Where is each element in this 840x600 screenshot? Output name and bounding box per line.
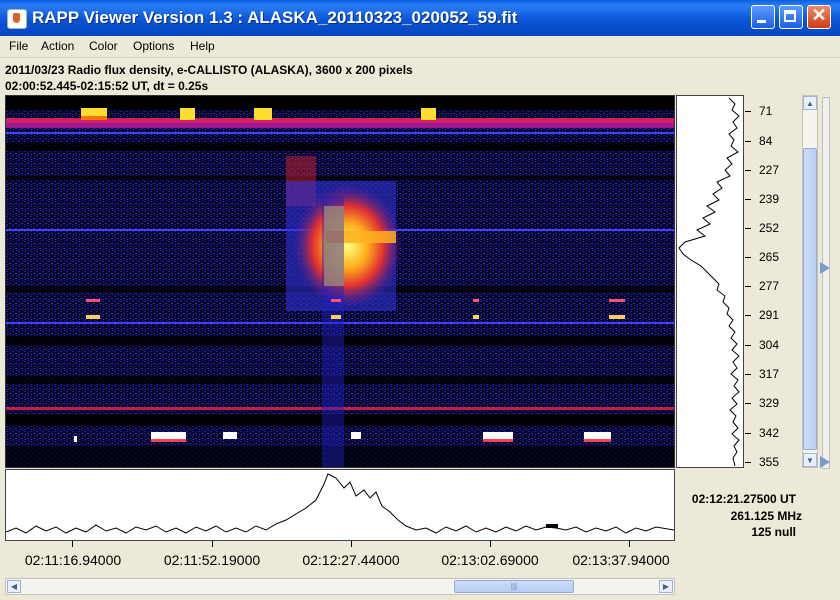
readout-frequency: 261.125 MHz bbox=[730, 509, 802, 523]
scroll-down-arrow-icon[interactable]: ▼ bbox=[803, 453, 817, 467]
scroll-left-arrow-icon[interactable]: ◀ bbox=[7, 580, 21, 593]
freq-tick-label: 329 bbox=[745, 396, 779, 410]
freq-tick-label: 277 bbox=[745, 279, 779, 293]
freq-tick-label: 71 bbox=[745, 104, 772, 118]
frequency-profile-curve bbox=[678, 97, 740, 467]
freq-tick-label: 291 bbox=[745, 308, 779, 322]
time-tick-label: 02:12:27.44000 bbox=[302, 552, 400, 568]
time-tick-mark bbox=[490, 541, 491, 547]
range-slider-lower-handle[interactable] bbox=[820, 456, 830, 468]
scroll-up-arrow-icon[interactable]: ▲ bbox=[803, 96, 817, 110]
spectrogram[interactable] bbox=[5, 95, 675, 468]
info-line-1: 2011/03/23 Radio flux density, e-CALLIST… bbox=[5, 63, 413, 77]
freq-tick-label: 84 bbox=[745, 134, 772, 148]
freq-tick-label: 355 bbox=[745, 455, 779, 469]
close-button[interactable]: ✕ bbox=[807, 5, 831, 29]
time-tick-mark bbox=[351, 541, 352, 547]
menu-help[interactable]: Help bbox=[190, 39, 215, 53]
minimize-button[interactable] bbox=[751, 5, 775, 29]
menu-file[interactable]: File bbox=[9, 39, 28, 53]
close-icon: ✕ bbox=[811, 5, 827, 25]
menu-bar: File Action Color Options Help bbox=[0, 36, 840, 58]
scrollbar-thumb[interactable] bbox=[803, 148, 817, 450]
menu-color[interactable]: Color bbox=[89, 39, 118, 53]
readout-time: 02:12:21.27500 UT bbox=[691, 492, 796, 506]
scroll-right-arrow-icon[interactable]: ▶ bbox=[659, 580, 673, 593]
title-bar: RAPP Viewer Version 1.3 : ALASKA_2011032… bbox=[0, 0, 840, 36]
light-curve-line bbox=[5, 473, 675, 534]
readout-value: 125 null bbox=[751, 525, 796, 539]
time-tick-label: 02:11:52.19000 bbox=[163, 552, 261, 568]
light-curve bbox=[5, 469, 675, 541]
freq-tick-label: 342 bbox=[745, 426, 779, 440]
freq-tick-label: 239 bbox=[745, 192, 779, 206]
frequency-scrollbar[interactable]: ▲ ▼ bbox=[802, 95, 818, 468]
time-tick-mark bbox=[212, 541, 213, 547]
freq-tick-label: 265 bbox=[745, 250, 779, 264]
window-title: RAPP Viewer Version 1.3 : ALASKA_2011032… bbox=[32, 8, 518, 27]
menu-action[interactable]: Action bbox=[41, 39, 74, 53]
maximize-icon bbox=[784, 10, 796, 22]
freq-tick-label: 317 bbox=[745, 367, 779, 381]
frequency-profile bbox=[676, 95, 744, 468]
time-scrollbar[interactable]: ◀ ||| ▶ bbox=[5, 578, 675, 595]
time-tick-label: 02:11:16.94000 bbox=[24, 552, 122, 568]
time-tick-label: 02:13:37.94000 bbox=[572, 552, 670, 568]
time-tick-label: 02:13:02.69000 bbox=[441, 552, 539, 568]
minimize-icon bbox=[757, 20, 766, 23]
maximize-button[interactable] bbox=[779, 5, 803, 29]
time-tick-mark bbox=[629, 541, 630, 547]
range-slider-upper-handle[interactable] bbox=[820, 262, 830, 274]
range-slider-track[interactable] bbox=[822, 97, 830, 469]
menu-options[interactable]: Options bbox=[133, 39, 174, 53]
scrollbar-thumb[interactable]: ||| bbox=[454, 580, 574, 593]
freq-tick-label: 227 bbox=[745, 163, 779, 177]
info-line-2: 02:00:52.445-02:15:52 UT, dt = 0.25s bbox=[5, 79, 209, 93]
spectrogram-image bbox=[6, 96, 674, 467]
freq-tick-label: 252 bbox=[745, 221, 779, 235]
time-tick-mark bbox=[72, 541, 73, 547]
java-cup-icon bbox=[7, 9, 27, 29]
freq-tick-label: 304 bbox=[745, 338, 779, 352]
